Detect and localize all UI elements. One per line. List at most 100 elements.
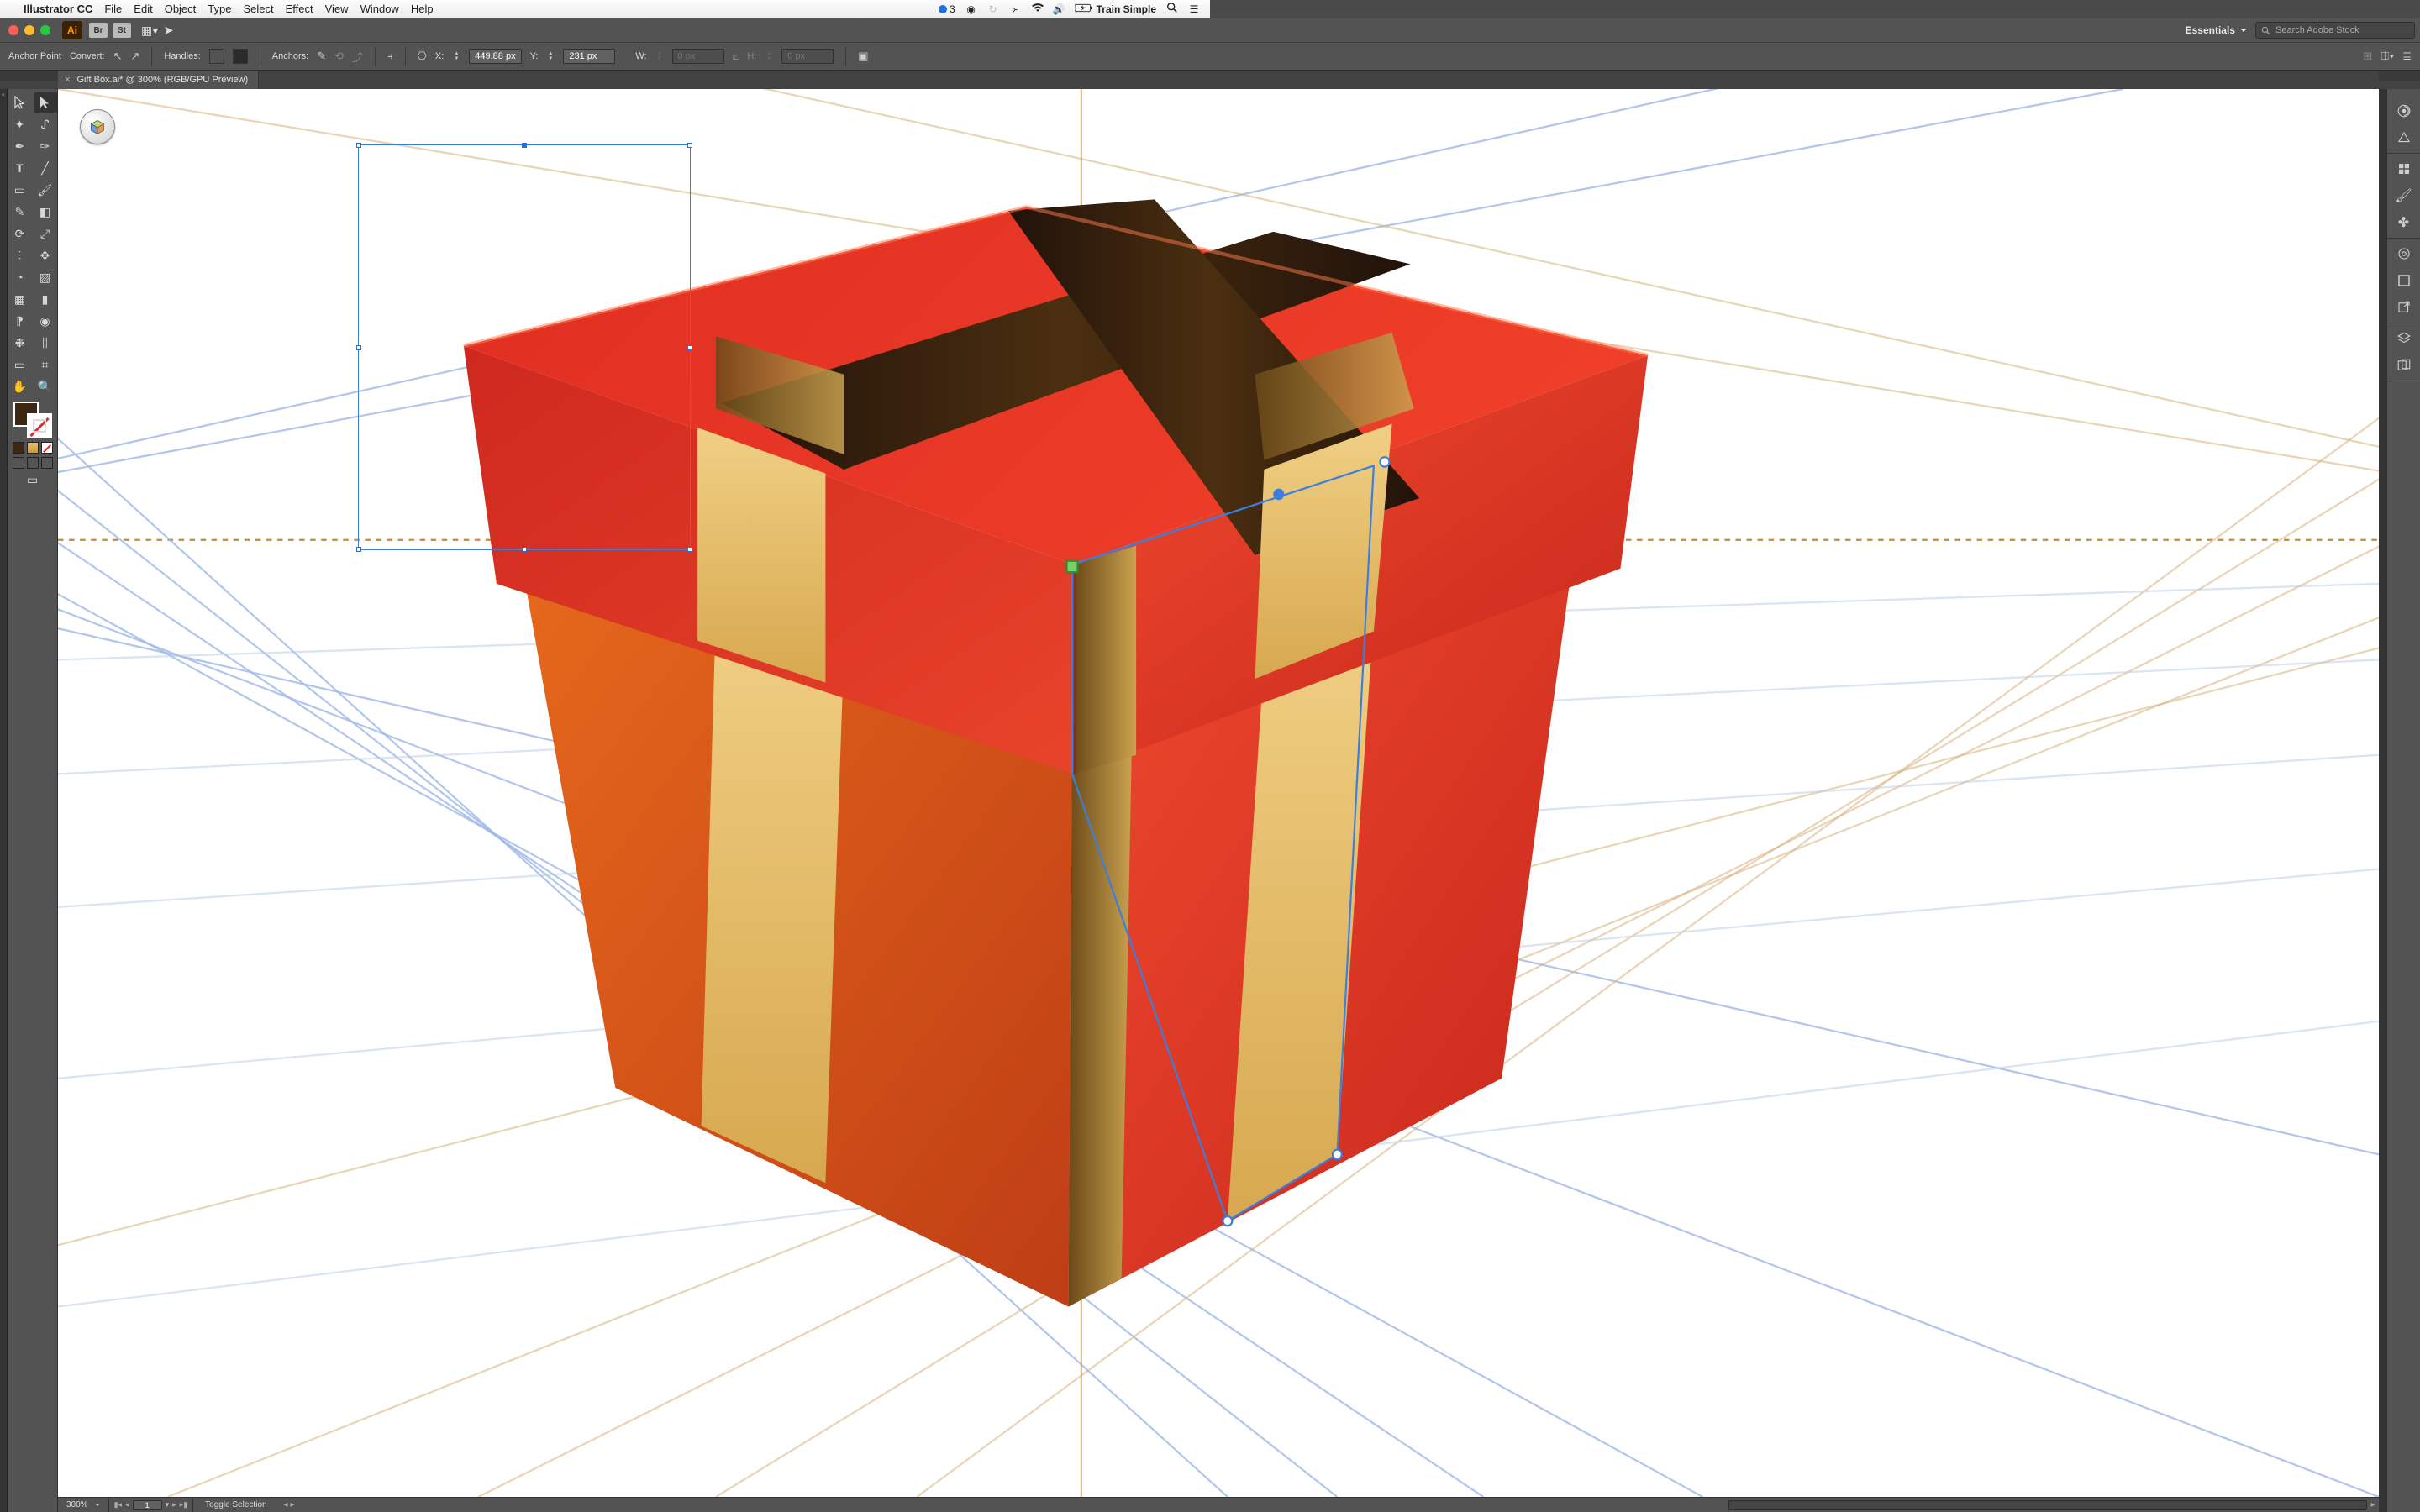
connect-anchor-icon[interactable]: ⟲: [334, 50, 344, 63]
handle-opt-a[interactable]: [209, 49, 224, 64]
none-mode-icon[interactable]: [41, 442, 53, 454]
stroke-swatch[interactable]: [27, 413, 52, 438]
status-blue-icon[interactable]: 3: [939, 3, 955, 15]
menu-edit[interactable]: Edit: [134, 3, 152, 15]
width-tool[interactable]: ⫶: [8, 245, 32, 265]
draw-inside-icon[interactable]: [41, 457, 53, 469]
y-stepper[interactable]: ▲▼: [548, 51, 553, 61]
swatches-panel-icon[interactable]: [2394, 159, 2414, 179]
artboard[interactable]: [58, 89, 2379, 1497]
layers-panel-icon[interactable]: [2394, 328, 2414, 349]
align-obj-icon[interactable]: ⫞: [387, 50, 393, 63]
minimize-window[interactable]: [24, 25, 34, 35]
symbol-sprayer-tool[interactable]: ❉: [8, 333, 32, 353]
menu-window[interactable]: Window: [360, 3, 399, 15]
status-volume-icon[interactable]: 🔊: [1053, 3, 1065, 15]
color-panel-icon[interactable]: [2394, 101, 2414, 121]
zoom-tool[interactable]: 🔍: [34, 376, 57, 396]
x-field[interactable]: 449.88 px: [469, 49, 521, 64]
cut-path-icon[interactable]: ⤴: [352, 49, 363, 65]
screen-mode-icon[interactable]: ▭: [24, 472, 42, 487]
remove-anchor-icon[interactable]: ✎: [317, 50, 326, 63]
eyedropper-tool[interactable]: ⁋: [8, 311, 32, 331]
type-tool[interactable]: T: [8, 158, 32, 178]
lasso-tool[interactable]: ᔑ: [34, 114, 57, 134]
menu-select[interactable]: Select: [243, 3, 273, 15]
h-stepper[interactable]: ▲▼: [766, 51, 771, 61]
right-dock-gutter[interactable]: [2379, 89, 2386, 1512]
spotlight-icon[interactable]: [1166, 2, 1178, 16]
menu-help[interactable]: Help: [411, 3, 434, 15]
paintbrush-tool[interactable]: 🖌: [34, 180, 57, 200]
menu-view[interactable]: View: [325, 3, 349, 15]
convert-smooth-icon[interactable]: ↗: [130, 50, 139, 63]
crop-icon[interactable]: ▣: [858, 50, 868, 63]
transform-panel-icon[interactable]: ⎅▾: [2381, 50, 2394, 63]
document-tab[interactable]: × Gift Box.ai* @ 300% (RGB/GPU Preview): [58, 71, 259, 89]
h-scroll-right[interactable]: ▸: [2367, 1500, 2379, 1509]
bridge-icon[interactable]: Br: [89, 23, 108, 38]
draw-normal-icon[interactable]: [13, 457, 24, 469]
eraser-tool[interactable]: ◧: [34, 202, 57, 222]
perspective-grid-tool[interactable]: ▨: [34, 267, 57, 287]
free-transform-tool[interactable]: ✥: [34, 245, 57, 265]
align-panel-icon[interactable]: ⊞: [2363, 50, 2372, 63]
color-guide-icon[interactable]: [2394, 128, 2414, 148]
zoom-level[interactable]: 300%: [58, 1498, 109, 1512]
menu-effect[interactable]: Effect: [286, 3, 313, 15]
export-panel-icon[interactable]: [2394, 297, 2414, 318]
mesh-tool[interactable]: ▦: [8, 289, 32, 309]
draw-behind-icon[interactable]: [27, 457, 39, 469]
more-options-icon[interactable]: ≣: [2402, 50, 2412, 63]
menu-extras-icon[interactable]: ☰: [1188, 3, 1200, 15]
close-window[interactable]: [8, 25, 18, 35]
last-artboard-icon[interactable]: ▸▮: [180, 1500, 187, 1509]
next-artboard-icon[interactable]: ▸: [172, 1500, 176, 1509]
selection-tool[interactable]: [8, 92, 32, 113]
artboard-nav[interactable]: ▮◂ ◂ 1 ▾ ▸ ▸▮: [109, 1498, 194, 1512]
scale-tool[interactable]: ⤢: [34, 223, 57, 244]
status-wifi-icon[interactable]: [1031, 3, 1043, 15]
stock-icon[interactable]: St: [113, 23, 131, 38]
close-tab-icon[interactable]: ×: [65, 75, 70, 85]
magic-wand-tool[interactable]: ✦: [8, 114, 32, 134]
blend-tool[interactable]: ◉: [34, 311, 57, 331]
slice-tool[interactable]: ⌗: [34, 354, 57, 375]
handle-tm[interactable]: [522, 143, 527, 148]
arrange-docs-icon[interactable]: ▦▾: [141, 24, 158, 38]
hand-tool[interactable]: ✋: [8, 376, 32, 396]
perspective-plane-widget[interactable]: [80, 109, 115, 144]
handle-tl[interactable]: [356, 143, 361, 148]
handle-mr[interactable]: [687, 345, 692, 350]
handle-bm[interactable]: [522, 547, 527, 552]
handle-bl[interactable]: [356, 547, 361, 552]
menu-object[interactable]: Object: [165, 3, 197, 15]
gradient-mode-icon[interactable]: [27, 442, 39, 454]
adobe-stock-search[interactable]: Search Adobe Stock: [2255, 22, 2415, 39]
brushes-panel-icon[interactable]: 🖌: [2394, 186, 2414, 206]
rectangle-tool[interactable]: ▭: [8, 180, 32, 200]
direct-selection-tool[interactable]: [34, 92, 57, 113]
status-cc-icon[interactable]: ◉: [965, 3, 977, 15]
workspace-switcher[interactable]: Essentials: [2177, 21, 2255, 39]
symbols-panel-icon[interactable]: ✤: [2394, 213, 2414, 233]
shape-builder-tool[interactable]: ◔: [8, 267, 32, 287]
stroke-panel-icon[interactable]: [2394, 270, 2414, 291]
canvas-viewport[interactable]: 300% ▮◂ ◂ 1 ▾ ▸ ▸▮ Toggle Selection ◂ ▸ …: [58, 89, 2379, 1512]
y-field[interactable]: 231 px: [563, 49, 615, 64]
handle-ml[interactable]: [356, 345, 361, 350]
menu-file[interactable]: File: [104, 3, 122, 15]
graph-tool[interactable]: ⫼: [34, 333, 57, 353]
left-dock-gutter[interactable]: «: [0, 89, 8, 1512]
zoom-window[interactable]: [40, 25, 50, 35]
prev-artboard-icon[interactable]: ◂: [125, 1500, 129, 1509]
first-artboard-icon[interactable]: ▮◂: [114, 1500, 122, 1509]
handle-tr[interactable]: [687, 143, 692, 148]
status-battery-icon[interactable]: [1075, 3, 1086, 15]
status-timemachine-icon[interactable]: ↻: [987, 3, 999, 15]
status-username[interactable]: Train Simple: [1097, 3, 1156, 15]
gradient-tool[interactable]: ▮: [34, 289, 57, 309]
line-tool[interactable]: ╱: [34, 158, 57, 178]
x-stepper[interactable]: ▲▼: [454, 51, 459, 61]
app-name[interactable]: Illustrator CC: [24, 3, 92, 15]
